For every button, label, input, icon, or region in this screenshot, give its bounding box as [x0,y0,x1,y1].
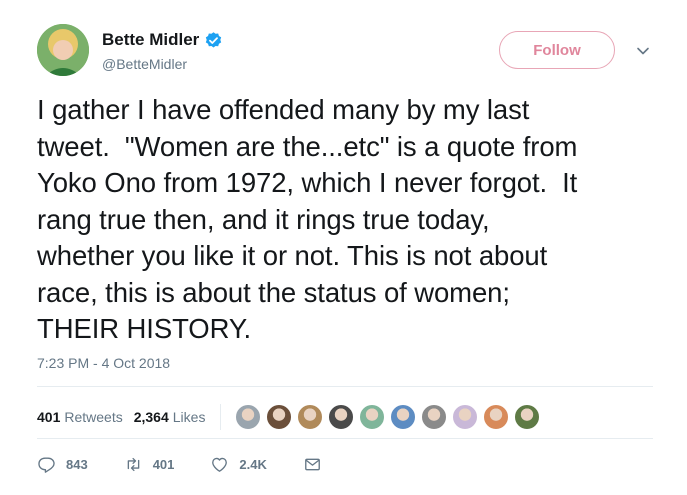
liker-avatar[interactable] [421,404,448,430]
likes-count: 2,364 [133,409,169,425]
user-handle[interactable]: @BetteMidler [102,56,187,72]
envelope-icon [304,458,320,471]
liker-avatar[interactable] [483,404,510,430]
retweets-stat[interactable]: 401 Retweets [37,409,123,425]
retweets-count: 401 [37,409,61,425]
tweet-text: I gather I have offended many by my last… [37,94,578,344]
likes-stat[interactable]: 2,364 Likes [134,409,206,425]
divider [37,438,653,439]
stats-separator [220,404,222,430]
verified-badge-icon [206,31,222,48]
liker-avatar[interactable] [359,404,386,430]
name-row: Bette Midler [102,30,223,50]
like-count: 2.4K [239,457,267,472]
retweet-icon [127,457,140,472]
tweet-stats: 401 Retweets 2,364 Likes [37,404,545,430]
tweet-card: Bette Midler @BetteMidler Follow I gathe… [0,0,687,495]
liker-avatar[interactable] [390,404,417,430]
display-name[interactable]: Bette Midler [102,30,199,50]
direct-message-button[interactable] [303,455,322,474]
heart-icon [212,457,228,472]
liker-avatar[interactable] [266,404,293,430]
liker-avatar[interactable] [235,404,262,430]
avatar-image [37,24,89,76]
like-button[interactable]: 2.4K [210,455,267,474]
retweets-label: Retweets [64,409,123,425]
tweet-actions: 843 401 2.4K [37,455,358,474]
liker-avatar[interactable] [514,404,541,430]
liker-avatar[interactable] [328,404,355,430]
likers-avatars [235,404,545,430]
reply-icon [38,457,55,473]
follow-button[interactable]: Follow [499,31,615,69]
retweet-count: 401 [152,457,175,472]
liker-avatar[interactable] [297,404,324,430]
reply-count: 843 [66,457,88,472]
reply-button[interactable]: 843 [37,455,88,474]
chevron-down-icon[interactable] [635,43,651,59]
likes-label: Likes [172,409,206,425]
tweet-timestamp[interactable]: 7:23 PM - 4 Oct 2018 [37,355,170,371]
avatar[interactable] [37,24,89,76]
divider [37,386,653,387]
liker-avatar[interactable] [452,404,479,430]
retweet-button[interactable]: 401 [124,455,175,474]
